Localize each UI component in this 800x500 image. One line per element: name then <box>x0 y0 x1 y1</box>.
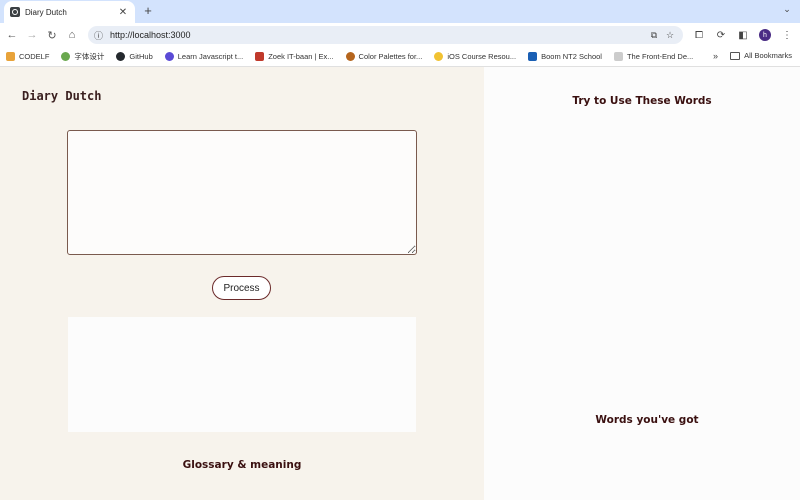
github-icon <box>116 52 126 61</box>
bookmarks-bar: CODELF 字体设计 GitHub Learn Javascript t...… <box>0 47 800 67</box>
folder-icon <box>730 51 741 60</box>
bookmark-item[interactable]: Boom NT2 School <box>528 52 602 61</box>
bookmark-item[interactable]: CODELF <box>6 52 49 61</box>
tab-strip: Diary Dutch ✕ + ⌄ <box>0 0 800 23</box>
output-panel <box>68 317 416 432</box>
glossary-heading: Glossary & meaning <box>182 459 302 471</box>
page-title: Diary Dutch <box>22 89 102 103</box>
site-info-icon[interactable]: ⓘ <box>94 29 106 42</box>
forward-arrow-icon[interactable]: → <box>22 25 42 45</box>
bookmark-item[interactable]: Learn Javascript t... <box>164 52 243 61</box>
diary-pane: Diary Dutch Process Glossary & meaning <box>0 67 484 500</box>
bookmark-favicon-icon <box>613 52 623 61</box>
bookmark-favicon-icon <box>255 52 265 61</box>
bookmark-item[interactable]: Zoek IT-baan | Ex... <box>255 52 334 61</box>
bookmark-favicon-icon <box>61 52 71 61</box>
words-got-heading: Words you've got <box>595 414 699 426</box>
bookmark-favicon-icon <box>164 52 174 61</box>
side-panel-icon[interactable]: ◧ <box>734 26 752 44</box>
more-bookmarks-chevron-icon[interactable]: » <box>713 51 718 61</box>
bookmark-star-icon[interactable]: ☆ <box>663 30 677 41</box>
bookmark-favicon-icon <box>345 52 355 61</box>
tab-search-chevron-icon[interactable]: ⌄ <box>780 4 794 18</box>
bookmark-item[interactable]: Color Palettes for... <box>345 52 422 61</box>
browser-toolbar: ← → ↻ ⌂ ⓘ http://localhost:3000 ⧉ ☆ ⧠ ⟳ … <box>0 23 800 47</box>
tab-favicon-icon <box>10 7 20 17</box>
words-pane: Try to Use These Words Words you've got <box>484 67 800 500</box>
browser-tab[interactable]: Diary Dutch ✕ <box>4 1 135 23</box>
url-text[interactable]: http://localhost:3000 <box>110 30 645 40</box>
extensions-icon[interactable]: ⧠ <box>690 26 708 44</box>
new-tab-button[interactable]: + <box>141 3 155 18</box>
performance-icon[interactable]: ⟳ <box>712 26 730 44</box>
home-icon[interactable]: ⌂ <box>62 25 82 45</box>
try-words-heading: Try to Use These Words <box>572 95 712 107</box>
page-content: Diary Dutch Process Glossary & meaning T… <box>0 67 800 500</box>
diary-textarea[interactable] <box>67 130 417 255</box>
bookmark-favicon-icon <box>434 52 444 61</box>
bookmark-item[interactable]: iOS Course Resou... <box>434 52 516 61</box>
all-bookmarks-button[interactable]: All Bookmarks <box>730 51 792 60</box>
tab-title: Diary Dutch <box>25 7 67 17</box>
profile-avatar[interactable]: h <box>756 26 774 44</box>
bookmark-item[interactable]: The Front-End De... <box>613 52 693 61</box>
back-arrow-icon[interactable]: ← <box>2 25 22 45</box>
reload-icon[interactable]: ↻ <box>42 25 62 45</box>
bookmark-item[interactable]: 字体设计 <box>61 51 104 62</box>
bookmark-item[interactable]: GitHub <box>116 52 153 61</box>
process-button[interactable]: Process <box>212 276 271 300</box>
address-bar[interactable]: ⓘ http://localhost:3000 ⧉ ☆ <box>88 26 683 44</box>
more-menu-icon[interactable]: ⋮ <box>778 26 796 44</box>
install-app-icon[interactable]: ⧉ <box>647 30 661 41</box>
bookmark-favicon-icon <box>528 52 538 61</box>
bookmark-favicon-icon <box>6 52 15 61</box>
close-tab-icon[interactable]: ✕ <box>117 7 129 18</box>
